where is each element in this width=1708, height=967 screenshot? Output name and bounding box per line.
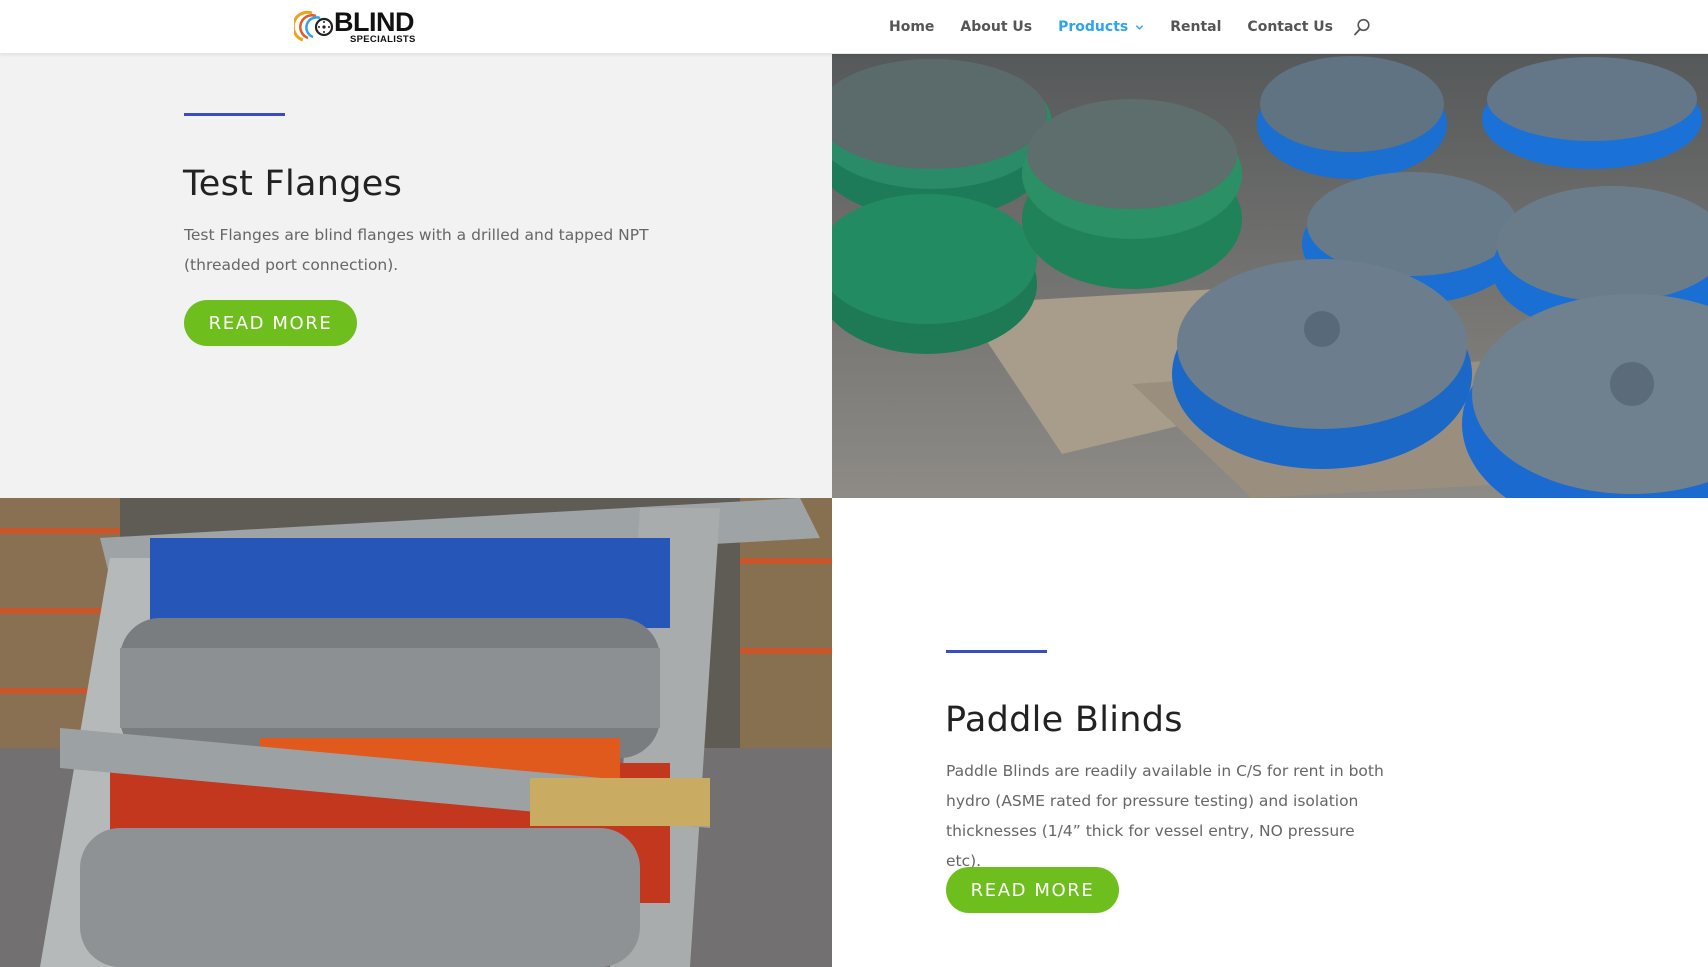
search-icon[interactable] — [1353, 18, 1371, 36]
main-nav: Home About Us Products Rental Contact Us — [863, 0, 1371, 54]
logo-tagline: SPECIALISTS — [350, 34, 416, 46]
logo-mark-icon — [294, 10, 334, 42]
paddle-blinds-image — [0, 498, 832, 967]
test-flanges-photo — [832, 54, 1708, 498]
paddle-blinds-photo — [0, 498, 832, 967]
nav-item-contact-us[interactable]: Contact Us — [1247, 19, 1333, 35]
read-more-button[interactable]: READ MORE — [184, 300, 357, 346]
chevron-down-icon — [1136, 24, 1144, 30]
site-logo[interactable]: BLIND SPECIALISTS — [294, 9, 416, 45]
accent-divider — [946, 650, 1047, 653]
logo-wordmark: BLIND — [334, 7, 414, 38]
nav-item-products-label: Products — [1058, 19, 1129, 35]
section-description: Paddle Blinds are readily available in C… — [946, 762, 1384, 870]
section-title: Paddle Blinds — [945, 700, 1183, 740]
section-description: Test Flanges are blind flanges with a dr… — [184, 226, 649, 274]
nav-item-products[interactable]: Products — [1058, 19, 1144, 35]
site-header: BLIND SPECIALISTS Home About Us Products… — [0, 0, 1708, 54]
read-more-button[interactable]: READ MORE — [946, 867, 1119, 913]
section-title: Test Flanges — [183, 164, 403, 204]
test-flanges-image — [832, 54, 1708, 498]
accent-divider — [184, 113, 285, 116]
nav-item-about-us[interactable]: About Us — [960, 19, 1032, 35]
nav-item-home[interactable]: Home — [889, 19, 934, 35]
nav-item-rental[interactable]: Rental — [1170, 19, 1221, 35]
